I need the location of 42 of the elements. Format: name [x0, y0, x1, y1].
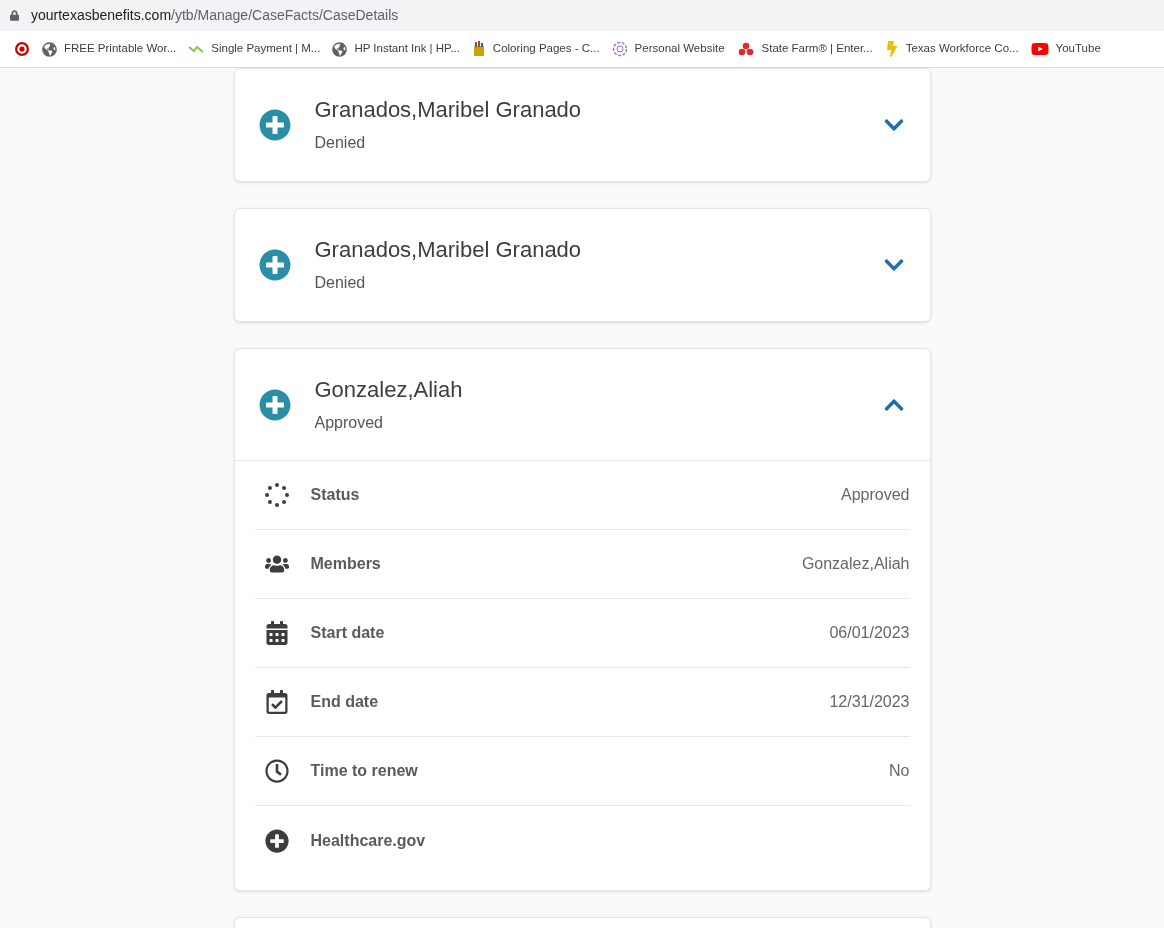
bookmark[interactable]: Single Payment | M...: [188, 35, 321, 63]
bookmark[interactable]: Texas Workforce Co...: [884, 35, 1019, 63]
url-text: yourtexasbenefits.com/ytb/Manage/CaseFacts/CaseDetails: [31, 6, 399, 25]
globe-icon: [332, 41, 348, 57]
case-status: Approved: [314, 412, 384, 433]
bookmark[interactable]: FREE Printable Wor...: [42, 35, 177, 63]
detail-value: 06/01/2023: [829, 623, 910, 643]
detail-label: End date: [310, 692, 379, 712]
calendar-check-icon: [265, 690, 288, 714]
detail-link[interactable]: Healthcare.gov: [310, 828, 426, 853]
youtube-icon: [1030, 40, 1049, 58]
case-status: Denied: [314, 133, 367, 153]
detail-label: Status: [310, 485, 360, 505]
bookmark[interactable]: YouTube: [1030, 35, 1101, 63]
crayon-bucket-icon: [471, 41, 486, 57]
bookmark[interactable]: Coloring Pages - C...: [471, 35, 600, 63]
bookmark[interactable]: HP Instant Ink | HP...: [332, 35, 460, 63]
zigzag-icon: [188, 44, 205, 54]
case-name: Granados,Maribel Granado: [314, 97, 583, 123]
cubes-icon: [736, 42, 755, 56]
clock-icon: [264, 759, 289, 783]
detail-label: Time to renew: [310, 761, 418, 781]
case-status: Denied: [314, 273, 367, 293]
detail-value: No: [889, 761, 910, 781]
lock-icon: [10, 10, 19, 21]
globe-icon: [42, 41, 57, 57]
dots-circle-icon: [264, 483, 289, 507]
bookmark[interactable]: Personal Website: [611, 35, 725, 63]
target-icon: [14, 41, 30, 57]
address-bar[interactable]: yourtexasbenefits.com/ytb/Manage/CaseFacts/CaseDetails: [0, 0, 1164, 31]
flower-icon: [611, 41, 628, 57]
detail-value: Approved: [841, 485, 910, 505]
bolt-icon: [884, 41, 899, 57]
people-icon: [264, 554, 289, 574]
calendar-icon: [265, 621, 288, 645]
detail-label: Start date: [310, 623, 385, 643]
detail-label: Members: [310, 554, 381, 574]
case-name: Gonzalez,Aliah: [314, 376, 464, 403]
case-name: Granados,Maribel Granado: [314, 237, 583, 263]
detail-value: Gonzalez,Aliah: [801, 554, 910, 574]
bookmark[interactable]: State Farm® | Enter...: [736, 35, 873, 63]
detail-value: 12/31/2023: [829, 692, 910, 712]
